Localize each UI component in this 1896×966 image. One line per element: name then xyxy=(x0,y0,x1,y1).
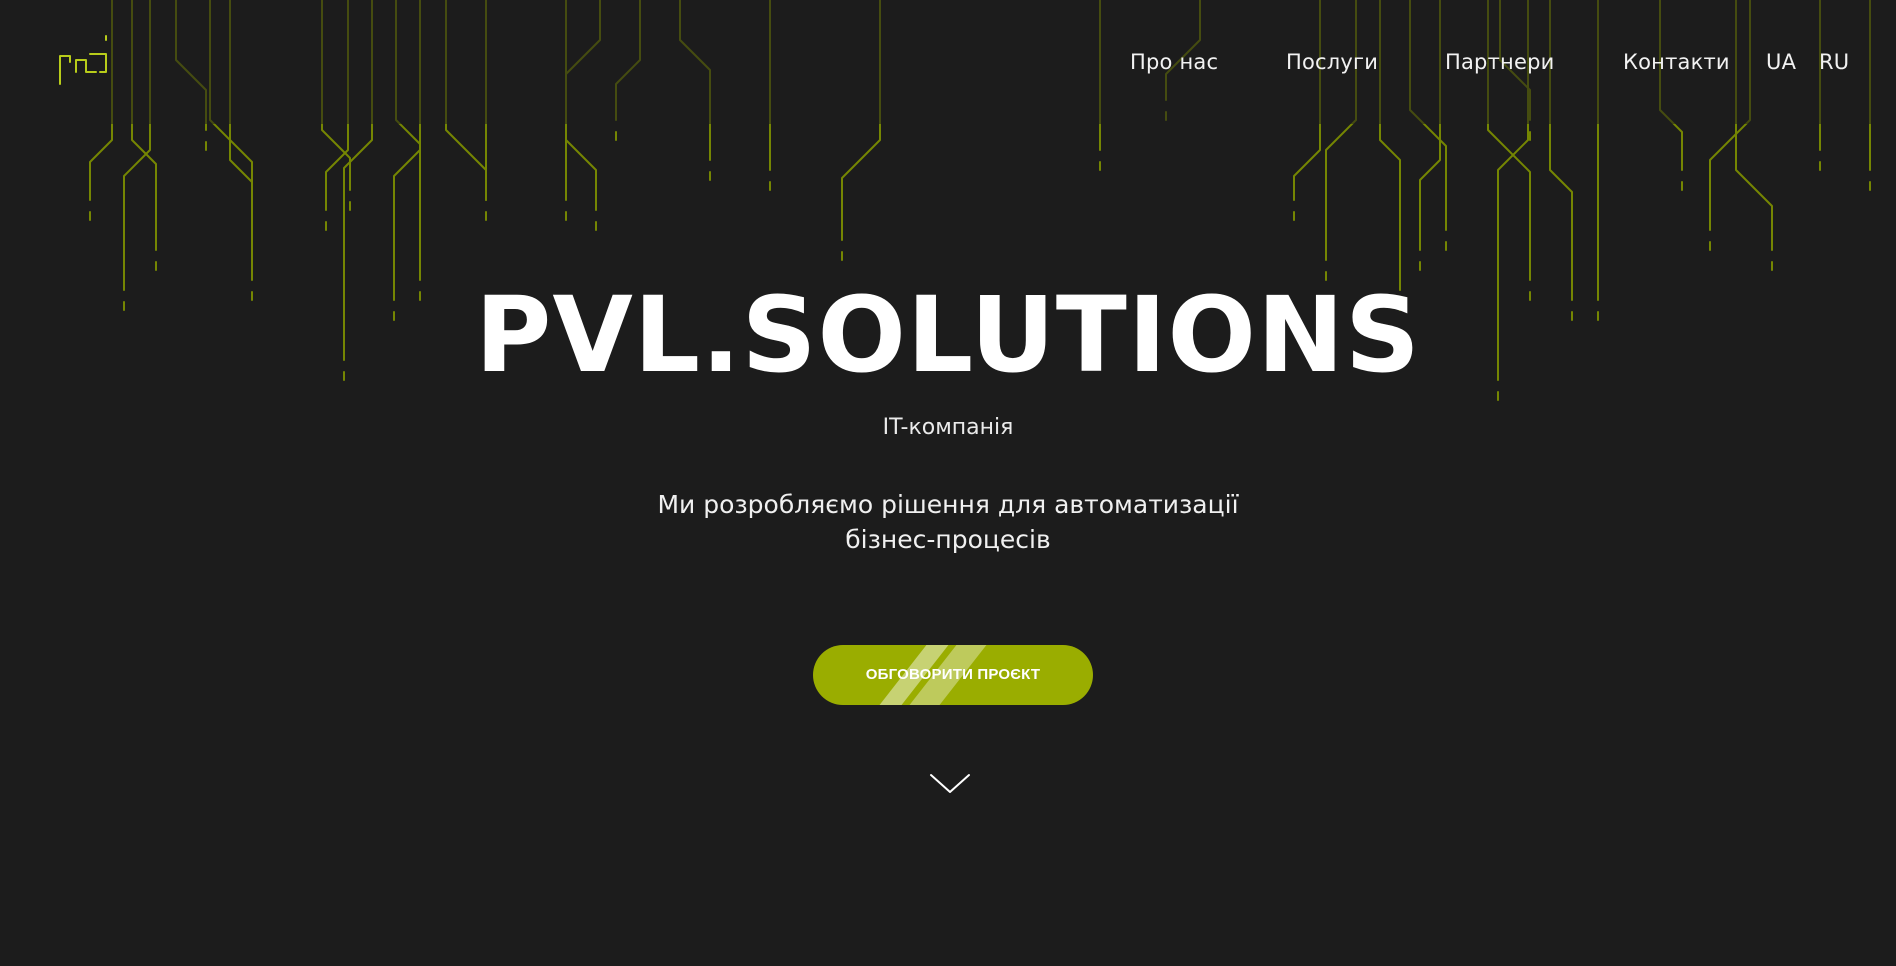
nav-item-services[interactable]: Послуги xyxy=(1286,44,1378,80)
discuss-project-label: ОБГОВОРИТИ ПРОЄКТ xyxy=(865,666,1041,683)
discuss-project-button[interactable]: ОБГОВОРИТИ ПРОЄКТ xyxy=(813,645,1093,705)
nav-item-partners[interactable]: Партнери xyxy=(1445,44,1554,80)
main-nav: Про нас Послуги Партнери Контакти UA RU xyxy=(0,44,1896,80)
chevron-down-icon[interactable] xyxy=(928,770,972,798)
language-ru[interactable]: RU xyxy=(1819,44,1849,80)
hero-subtitle: IT-компанія xyxy=(882,415,1014,440)
site-header: Про нас Послуги Партнери Контакти UA RU xyxy=(0,0,1896,124)
landing-page: Про нас Послуги Партнери Контакти UA RU … xyxy=(0,0,1896,966)
nav-item-about[interactable]: Про нас xyxy=(1130,44,1218,80)
hero-title: PVL.SOLUTIONS xyxy=(475,274,1421,396)
nav-item-contacts[interactable]: Контакти xyxy=(1623,44,1730,80)
hero-description-line-2: бізнес-процесів xyxy=(845,525,1051,554)
hero-description: Ми розробляємо рішення для автоматизації… xyxy=(648,487,1248,557)
language-ua[interactable]: UA xyxy=(1766,44,1796,80)
hero-description-line-1: Ми розробляємо рішення для автоматизації xyxy=(657,490,1239,519)
